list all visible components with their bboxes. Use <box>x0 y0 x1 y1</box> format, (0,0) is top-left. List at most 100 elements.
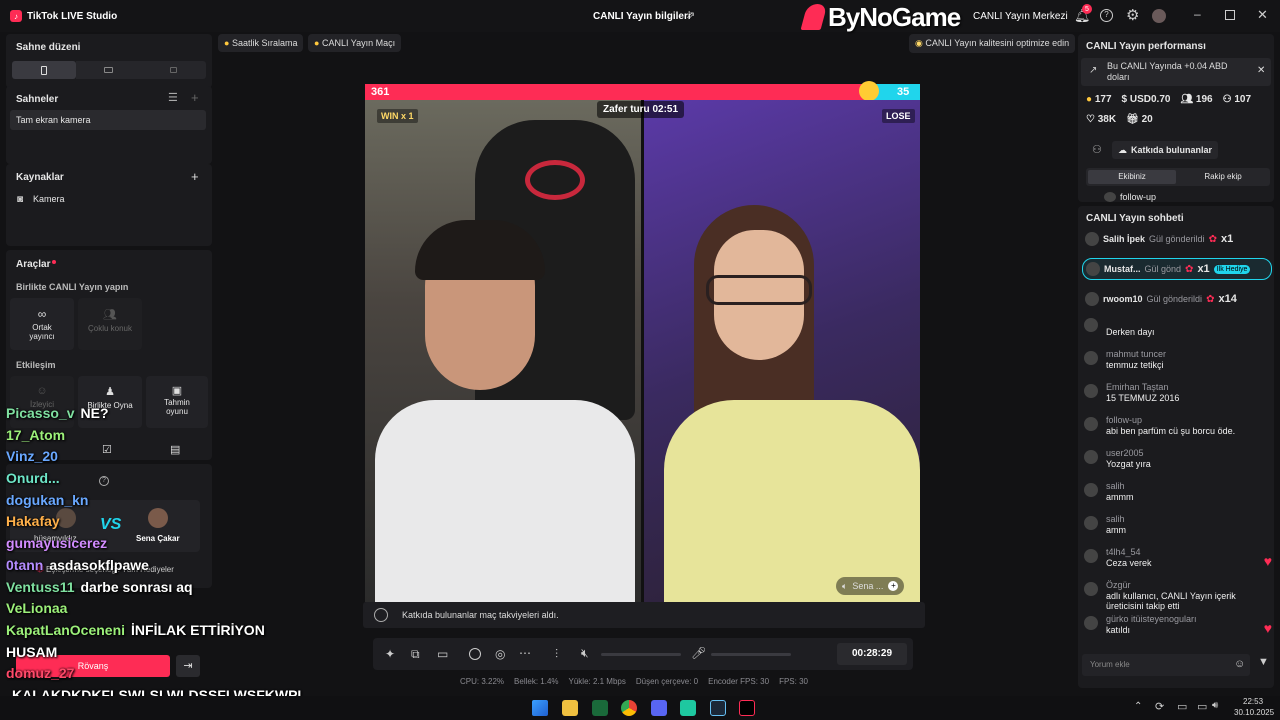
overlay-chat-username: dogukan_kn <box>6 491 89 508</box>
tray-sync-icon[interactable]: ⟳ <box>1155 700 1164 713</box>
fps-stat: FPS: 30 <box>779 677 808 686</box>
trend-icon: ↗ <box>1089 65 1098 76</box>
emoji-picker-icon[interactable]: ☺ <box>1234 658 1245 670</box>
gift-text: Gül gönderildi <box>1149 234 1205 244</box>
more-icon[interactable]: ⋯ <box>519 646 531 660</box>
clock-date[interactable]: 30.10.2025 <box>1234 708 1274 717</box>
comment-input-placeholder: Yorum ekle <box>1090 660 1130 669</box>
speaker-volume-slider[interactable] <box>601 653 681 656</box>
live-match-chip[interactable]: ● CANLI Yayın Maçı <box>308 34 402 52</box>
co-host-button[interactable]: ∞ Ortak yayıncı <box>10 298 74 350</box>
layout-icon[interactable]: ▭ <box>437 647 448 661</box>
microphone-icon[interactable]: 🎤︎ <box>691 646 706 660</box>
tab-your-team[interactable]: Ekibiniz <box>1088 170 1176 184</box>
portrait-icon <box>41 65 47 75</box>
emoji-icon <box>859 81 879 101</box>
settings-gear-icon[interactable]: ⚙ <box>1126 6 1139 24</box>
opponent-tag[interactable]: 🔈︎ Sena ... + <box>836 577 905 595</box>
audio-mixer-icon[interactable]: ⫶ <box>555 647 558 662</box>
overlay-chat-text: asdasokflpawe <box>49 556 149 573</box>
volume-icon[interactable]: 🔊︎ <box>1212 700 1218 711</box>
control-bar: ✦ ⧉ ▭ ◎ ⋯ ⫶ 🔇︎ 🎤︎ 00:28:29 <box>373 638 913 670</box>
speaker-mute-icon[interactable]: 🔇︎ <box>581 646 589 661</box>
tab-rival-team[interactable]: Rakip ekip <box>1178 170 1268 184</box>
chat-text: Derken dayı <box>1106 327 1155 337</box>
gift-sender: Salih İpek <box>1103 234 1146 244</box>
chat-title: CANLI Yayın sohbeti <box>1086 213 1184 224</box>
comment-input[interactable]: Yorum ekle ☺ <box>1082 654 1250 676</box>
lightbulb-icon: ◉ <box>915 38 923 48</box>
layout-landscape-button[interactable] <box>76 61 140 79</box>
chat-message: Özgür adlı kullanıcı, CANLI Yayın içerik … <box>1084 580 1272 611</box>
interaction-label: Etkileşim <box>16 360 56 370</box>
share-icon[interactable]: ⇗ <box>686 9 695 22</box>
scene-item-label: Tam ekran kamera <box>16 115 91 125</box>
app-green-icon[interactable] <box>680 700 696 716</box>
overlay-chat-text: İNFİLAK ETTİRİYON <box>131 621 265 638</box>
win-label: WIN x 1 <box>377 109 418 123</box>
dismiss-icon[interactable]: ✕ <box>1257 65 1265 76</box>
tray-chevron-icon[interactable]: ⌃ <box>1134 701 1142 712</box>
add-scene-icon[interactable]: + <box>191 90 199 105</box>
record-icon[interactable] <box>469 648 481 660</box>
battle-divider <box>641 100 644 602</box>
mic-volume-slider[interactable] <box>711 653 791 656</box>
add-opponent-icon[interactable]: + <box>888 581 899 591</box>
chat-text: adlı kullanıcı, CANLI Yayın içerik üreti… <box>1106 591 1236 611</box>
help-icon[interactable]: ? <box>1100 9 1113 22</box>
tiktok-taskbar-icon[interactable] <box>739 700 755 716</box>
file-explorer-icon[interactable] <box>562 700 578 716</box>
contributors-label: Katkıda bulunanlar <box>1131 145 1213 155</box>
optimize-chip[interactable]: ◉ CANLI Yayın kalitesini optimize edin <box>909 34 1076 53</box>
speaker-icon[interactable]: 🔈︎ <box>842 581 847 592</box>
layout-portrait-button[interactable] <box>12 61 76 79</box>
add-source-icon[interactable]: + <box>191 169 199 184</box>
memory-stat: Bellek: 1.4% <box>514 677 559 686</box>
scene-item[interactable]: Tam ekran kamera <box>10 110 206 130</box>
layout-locked-button[interactable] <box>140 61 206 79</box>
like-heart-icon[interactable]: ♥ <box>1264 553 1272 569</box>
stats-bar: CPU: 3.22% Bellek: 1.4% Yükle: 2.1 Mbps … <box>460 677 808 686</box>
tray-app-icon[interactable]: ▭ <box>1177 700 1187 713</box>
steam-icon[interactable] <box>710 700 726 716</box>
lose-label: LOSE <box>882 109 915 123</box>
screen-share-icon[interactable]: ⧉ <box>411 647 420 662</box>
overlay-chat-username: Hakafay <box>6 513 60 530</box>
chrome-icon[interactable] <box>621 700 637 716</box>
score-left: 361 <box>371 86 390 98</box>
guess-icon: ▣ <box>171 385 183 397</box>
hourly-rank-chip[interactable]: ● Saatlik Sıralama <box>218 34 304 52</box>
terminal-icon[interactable] <box>592 700 608 716</box>
live-info-title[interactable]: CANLI Yayın bilgileri <box>593 11 691 22</box>
earnings-banner: ↗ Bu CANLI Yayında +0.04 ABD doları ✕ <box>1081 58 1271 86</box>
overlay-chat-username: VeLionaa <box>6 600 68 617</box>
source-camera-label[interactable]: Kamera <box>33 194 65 204</box>
hourly-rank-label: Saatlik Sıralama <box>231 38 298 48</box>
live-center-link[interactable]: CANLI Yayın Merkezi <box>973 11 1068 22</box>
metrics-row-2: ♡ 38K 🎁︎ 20 <box>1086 114 1153 125</box>
filter-icon[interactable]: ▼ <box>1258 656 1269 668</box>
user-settings-icon[interactable]: ⚇ <box>1092 143 1102 156</box>
rose-icon: ✿ <box>1206 293 1215 305</box>
overlay-chat-line: KapatLanOceneni İNFİLAK ETTİRİYON <box>6 622 306 644</box>
discord-icon[interactable] <box>651 700 667 716</box>
chat-username: t4lh4_54 <box>1106 547 1141 557</box>
minimize-icon[interactable]: – <box>1194 7 1201 21</box>
multi-guest-button[interactable]: 👥︎ Çoklu konuk <box>78 298 142 350</box>
effects-icon[interactable]: ✦ <box>385 647 395 661</box>
close-icon[interactable]: ✕ <box>1257 7 1268 23</box>
windows-start-icon[interactable] <box>532 700 548 716</box>
overlay-chat-username: 17_Atom <box>6 426 66 443</box>
dropped-frames-stat: Düşen çerçeve: 0 <box>635 677 699 686</box>
gift-icon: 🎁︎ <box>1126 114 1139 125</box>
chat-avatar <box>1084 483 1098 497</box>
contributors-button[interactable]: ☁ Katkıda bulunanlar <box>1112 141 1219 159</box>
network-icon[interactable]: ▭ <box>1197 700 1207 713</box>
target-icon[interactable]: ◎ <box>495 647 505 661</box>
clock-time[interactable]: 22:53 <box>1243 697 1263 706</box>
like-heart-icon[interactable]: ♥ <box>1264 620 1272 636</box>
list-icon[interactable]: ☰ <box>168 91 178 104</box>
cpu-stat: CPU: 3.22% <box>460 677 505 686</box>
profile-avatar[interactable] <box>1152 9 1166 23</box>
restore-icon[interactable] <box>1225 10 1235 20</box>
